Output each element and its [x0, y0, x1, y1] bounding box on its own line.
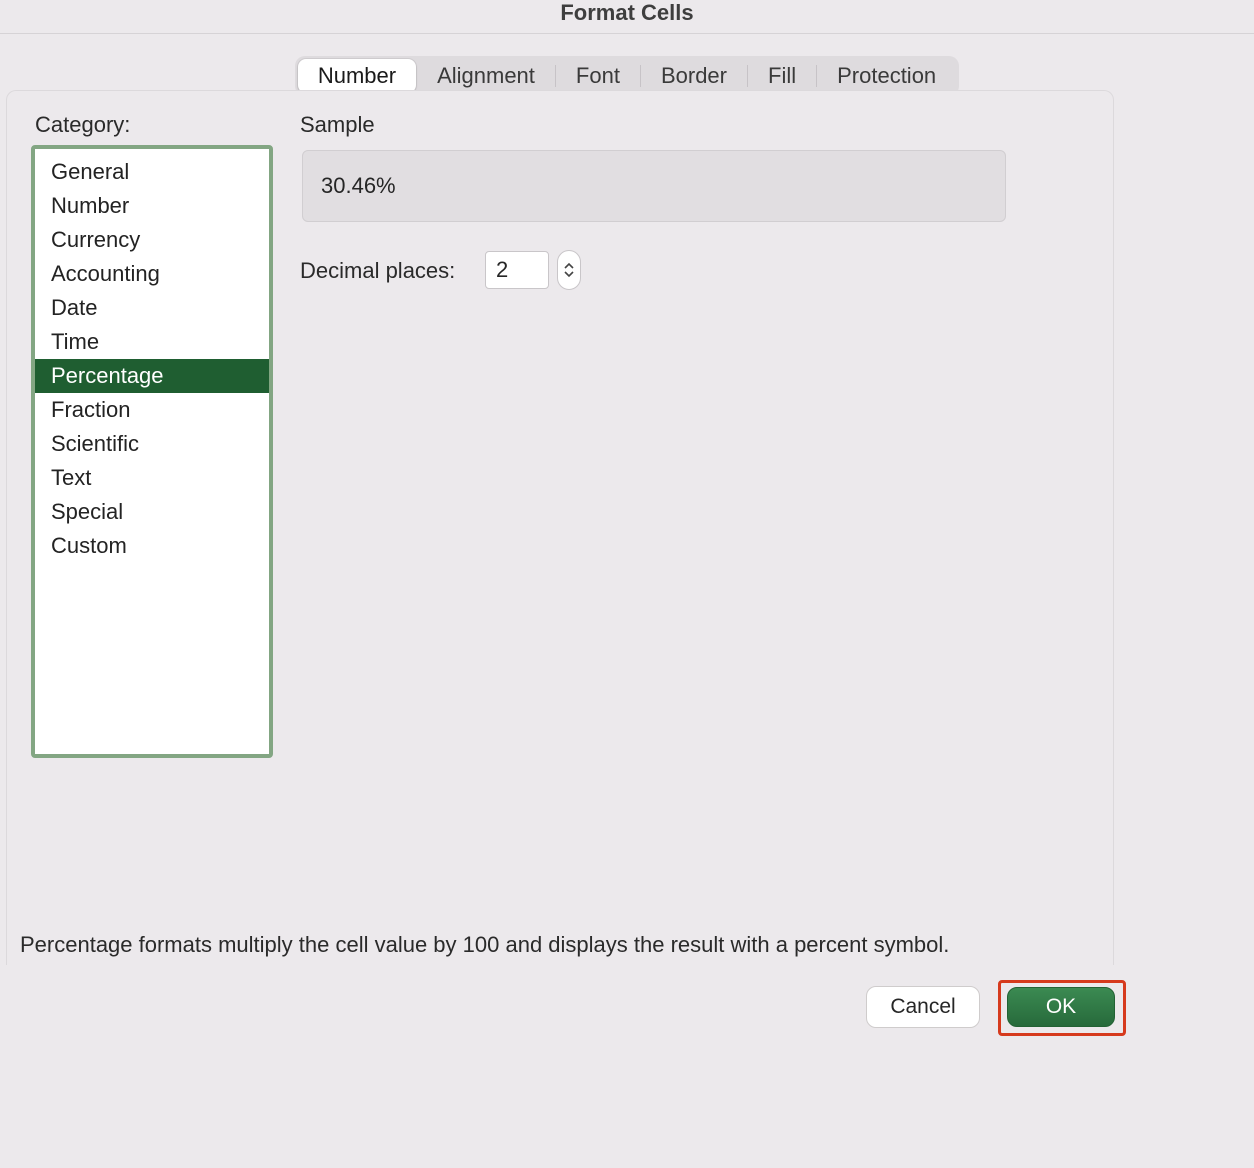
category-item-percentage[interactable]: Percentage [35, 359, 269, 393]
category-item-label: Time [51, 329, 99, 354]
tab-border[interactable]: Border [641, 59, 747, 93]
tab-number[interactable]: Number [298, 59, 416, 93]
tab-alignment[interactable]: Alignment [417, 59, 555, 93]
ok-button-label: OK [1046, 995, 1076, 1019]
category-item-custom[interactable]: Custom [35, 529, 269, 563]
category-item-label: Scientific [51, 431, 139, 456]
category-item-number[interactable]: Number [35, 189, 269, 223]
dialog-title: Format Cells [0, 0, 1254, 34]
category-item-label: Special [51, 499, 123, 524]
category-item-label: Date [51, 295, 97, 320]
cancel-button-label: Cancel [890, 995, 955, 1019]
category-item-date[interactable]: Date [35, 291, 269, 325]
chevron-up-icon [564, 262, 574, 270]
tab-label: Border [661, 63, 727, 88]
decimal-places-label: Decimal places: [300, 258, 455, 284]
category-item-currency[interactable]: Currency [35, 223, 269, 257]
sample-preview: 30.46% [302, 150, 1006, 222]
sample-value: 30.46% [321, 173, 396, 199]
category-item-fraction[interactable]: Fraction [35, 393, 269, 427]
tab-protection[interactable]: Protection [817, 59, 956, 93]
decimal-places-stepper[interactable] [557, 250, 581, 290]
tab-font[interactable]: Font [556, 59, 640, 93]
cancel-button[interactable]: Cancel [866, 986, 980, 1028]
category-item-text[interactable]: Text [35, 461, 269, 495]
category-item-label: Percentage [51, 363, 164, 388]
category-item-accounting[interactable]: Accounting [35, 257, 269, 291]
category-item-label: Fraction [51, 397, 130, 422]
category-item-general[interactable]: General [35, 155, 269, 189]
category-item-time[interactable]: Time [35, 325, 269, 359]
ok-button[interactable]: OK [1007, 987, 1115, 1027]
tab-label: Number [318, 63, 396, 88]
tab-label: Font [576, 63, 620, 88]
category-item-special[interactable]: Special [35, 495, 269, 529]
category-item-label: Currency [51, 227, 140, 252]
category-item-label: General [51, 159, 129, 184]
dialog-title-text: Format Cells [560, 0, 693, 26]
category-item-label: Number [51, 193, 129, 218]
chevron-down-icon [564, 270, 574, 278]
tab-label: Fill [768, 63, 796, 88]
category-item-label: Text [51, 465, 91, 490]
category-label: Category: [35, 112, 130, 138]
dialog-button-row: Cancel OK [0, 980, 1254, 1050]
decimal-places-input[interactable] [485, 251, 549, 289]
category-item-scientific[interactable]: Scientific [35, 427, 269, 461]
category-item-label: Custom [51, 533, 127, 558]
tab-label: Alignment [437, 63, 535, 88]
tab-fill[interactable]: Fill [748, 59, 816, 93]
category-listbox[interactable]: General Number Currency Accounting Date Time P… [31, 145, 273, 758]
format-description: Percentage formats multiply the cell val… [20, 932, 1220, 958]
sample-label: Sample [300, 112, 375, 138]
category-item-label: Accounting [51, 261, 160, 286]
tab-label: Protection [837, 63, 936, 88]
